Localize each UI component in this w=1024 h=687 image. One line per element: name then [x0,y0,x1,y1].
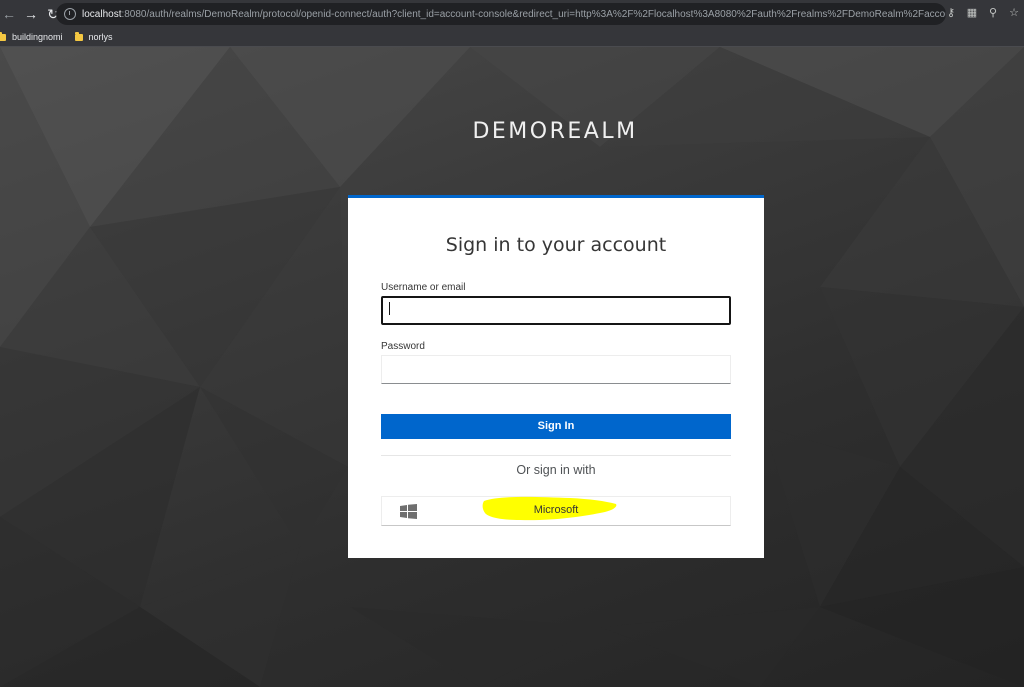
bookmark-label: buildingnomi [12,32,63,42]
translate-icon[interactable]: ▦ [966,5,978,19]
key-icon[interactable]: ⚷ [945,5,957,19]
login-page: DEMOREALM Sign in to your account Userna… [0,47,1024,687]
back-arrow-icon[interactable]: ← [0,5,18,23]
bookmarks-bar: buildingnomi norlys [0,28,1024,47]
zoom-icon[interactable]: ⚲ [987,5,999,19]
url-host: localhost [82,8,122,20]
bookmark-buildingnomi[interactable]: buildingnomi [0,31,63,42]
login-card: Sign in to your account Username or emai… [348,195,764,558]
bookmark-norlys[interactable]: norlys [74,31,113,42]
password-input[interactable] [381,355,731,384]
microsoft-label: Microsoft [533,504,579,516]
login-heading: Sign in to your account [445,234,667,256]
divider [381,455,731,456]
social-divider-text: Or sign in with [516,463,596,477]
username-label: Username or email [381,282,466,293]
forward-arrow-icon[interactable]: → [22,5,40,23]
url-path: :8080/auth/realms/DemoRealm/protocol/ope… [121,8,946,20]
address-bar[interactable]: localhost:8080/auth/realms/DemoRealm/pro… [56,3,946,25]
browser-action-icons: ⚷ ▦ ⚲ ☆ [945,5,1020,19]
browser-window: ← → ↻ localhost:8080/auth/realms/DemoRea… [0,0,1024,687]
realm-title: DEMOREALM [472,119,638,144]
bookmark-label: norlys [88,32,113,42]
password-label: Password [381,341,425,352]
star-icon[interactable]: ☆ [1008,5,1020,19]
folder-icon [0,31,6,41]
microsoft-login-button[interactable]: Microsoft [381,496,731,526]
sign-in-button[interactable]: Sign In [381,414,731,439]
site-info-icon[interactable] [64,8,76,20]
folder-icon [74,31,83,41]
username-input[interactable] [381,296,731,325]
browser-toolbar: ← → ↻ localhost:8080/auth/realms/DemoRea… [0,0,1024,28]
text-cursor [389,302,390,315]
